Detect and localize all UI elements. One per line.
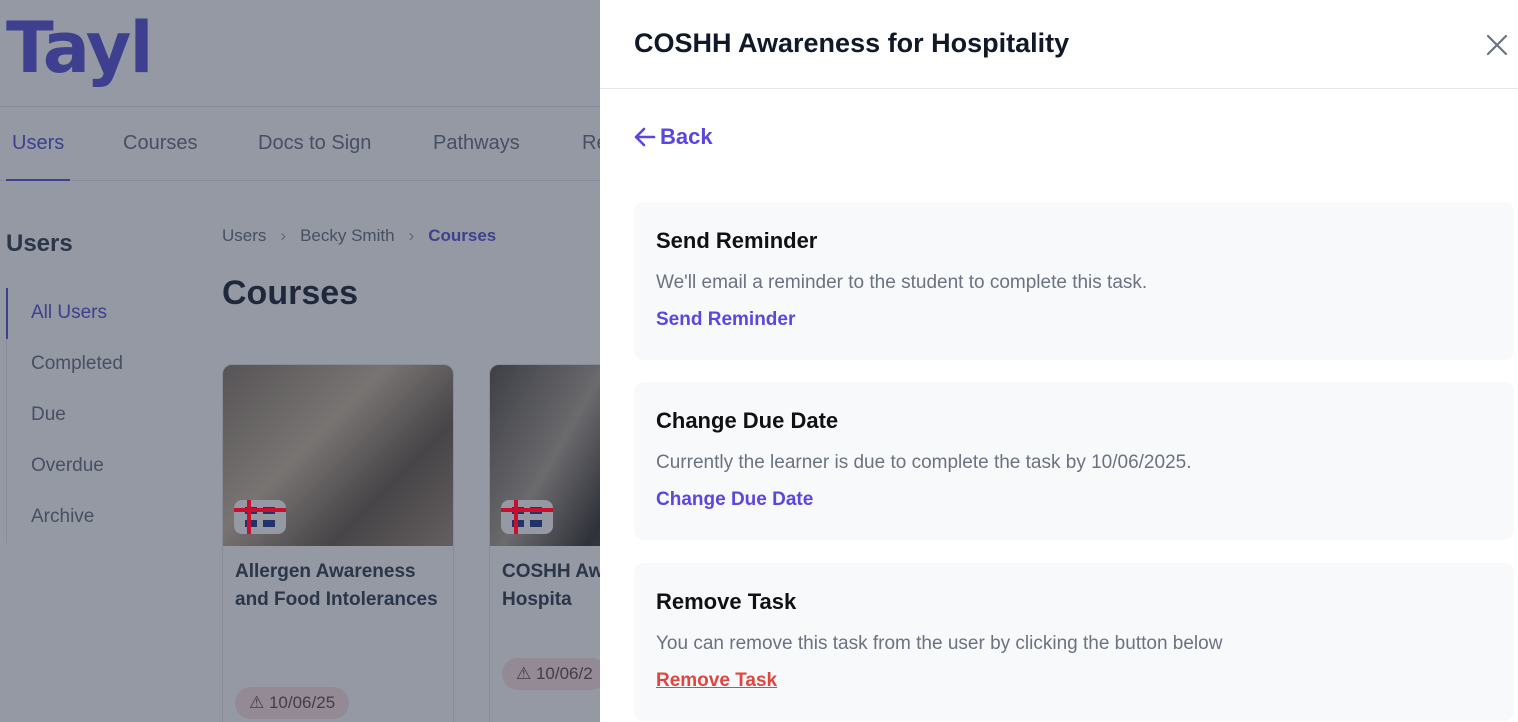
panel-description: You can remove this task from the user b… — [656, 633, 1223, 654]
task-drawer: COSHH Awareness for Hospitality Back Sen… — [600, 0, 1518, 722]
change-due-date-link[interactable]: Change Due Date — [656, 489, 813, 511]
change-due-date-panel: Change Due Date Currently the learner is… — [634, 382, 1514, 540]
remove-task-panel: Remove Task You can remove this task fro… — [634, 563, 1514, 721]
drawer-title: COSHH Awareness for Hospitality — [634, 28, 1070, 58]
close-button[interactable] — [1486, 34, 1508, 56]
panel-heading: Send Reminder — [656, 228, 818, 253]
panel-description: Currently the learner is due to complete… — [656, 452, 1192, 473]
send-reminder-panel: Send Reminder We'll email a reminder to … — [634, 202, 1514, 360]
send-reminder-link[interactable]: Send Reminder — [656, 309, 795, 331]
panel-heading: Remove Task — [656, 589, 797, 614]
drawer-header: COSHH Awareness for Hospitality — [600, 0, 1518, 89]
panel-description: We'll email a reminder to the student to… — [656, 272, 1148, 293]
back-label: Back — [660, 124, 713, 149]
remove-task-link[interactable]: Remove Task — [656, 670, 777, 692]
close-icon — [1486, 34, 1508, 56]
arrow-left-icon — [634, 127, 656, 147]
panel-heading: Change Due Date — [656, 408, 839, 433]
back-button[interactable]: Back — [634, 124, 713, 150]
